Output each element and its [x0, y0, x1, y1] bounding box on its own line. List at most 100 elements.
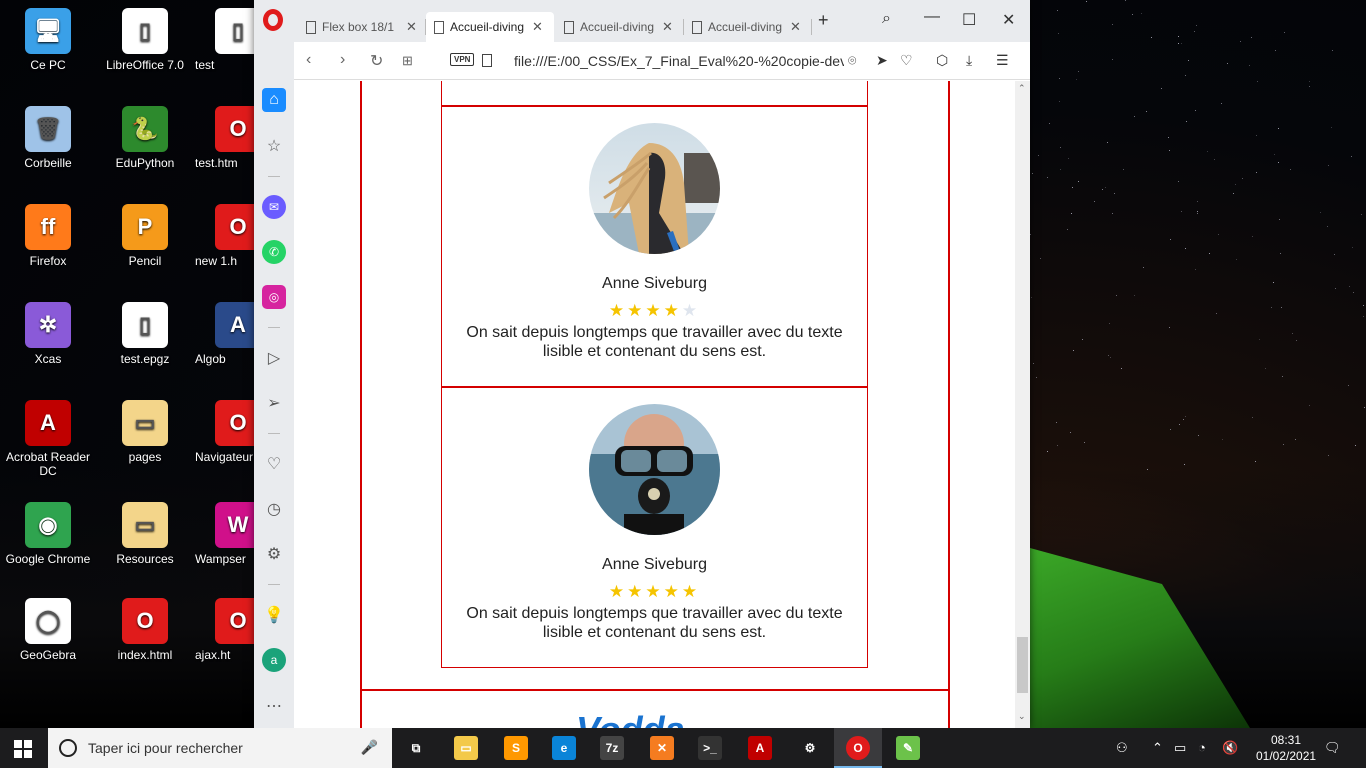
desktop-icon[interactable]: ▭ pages [100, 400, 190, 464]
people-icon[interactable]: ⚇ [1116, 740, 1128, 756]
desktop-icon[interactable]: ▯ test.epgz [100, 302, 190, 366]
tab-accueil-diving-3[interactable]: Accueil-diving ✕ [684, 12, 812, 42]
new-tab-button[interactable]: + [818, 10, 829, 31]
close-tab-icon[interactable]: ✕ [790, 19, 801, 35]
close-tab-icon[interactable]: ✕ [406, 19, 417, 35]
aria-icon[interactable]: a [262, 648, 286, 672]
desktop-icon[interactable]: P Pencil [100, 204, 190, 268]
desktop-icon[interactable]: ▭ Resources [100, 502, 190, 566]
tiles-icon[interactable]: ⊞ [402, 53, 413, 69]
file-explorer-icon[interactable]: ▭ [454, 736, 478, 760]
desktop-icon[interactable]: Onew 1.h [195, 204, 255, 268]
sublime-icon[interactable]: S [504, 736, 528, 760]
easy-setup-icon[interactable]: ☰ [996, 52, 1009, 69]
tab-accueil-diving-active[interactable]: Accueil-diving ✕ [426, 12, 554, 42]
heart-icon[interactable]: ♡ [900, 52, 913, 69]
desktop-icon[interactable]: Otest.htm [195, 106, 255, 170]
reviewer-name: Anne Siveburg [602, 556, 707, 573]
network-icon[interactable]: ◔ [1198, 740, 1206, 755]
volume-muted-icon[interactable]: 🔇 [1222, 740, 1238, 756]
battery-icon[interactable]: ▭ [1174, 740, 1186, 756]
reload-button[interactable]: ↻ [370, 51, 383, 71]
desktop-icon[interactable]: 🐍 EduPython [100, 106, 190, 170]
desktop-icon[interactable]: ✲ Xcas [3, 302, 93, 366]
back-button[interactable]: ‹ [306, 51, 311, 69]
edge-icon[interactable]: e [552, 736, 576, 760]
page-info-icon[interactable] [482, 54, 492, 67]
send-icon[interactable]: ➢ [262, 391, 286, 415]
microphone-icon[interactable]: 🎤 [361, 739, 378, 756]
star-dot [1184, 415, 1186, 417]
terminal-icon[interactable]: >_ [698, 736, 722, 760]
desktop-icon[interactable]: O Navigateur [195, 400, 255, 464]
star-dot [1111, 24, 1113, 26]
settings-icon[interactable]: ⚙ [798, 736, 822, 760]
scroll-down-icon[interactable]: ⌄ [1018, 711, 1026, 722]
desktop-icon[interactable]: W Wampser [195, 502, 255, 566]
page-scrollbar[interactable]: ⌃ ⌄ [1015, 81, 1030, 728]
windows-start-icon[interactable] [14, 740, 32, 758]
forward-button[interactable]: › [340, 51, 345, 69]
opera-icon[interactable]: O [846, 736, 870, 760]
tab-flexbox[interactable]: Flex box 18/1 ✕ [298, 12, 426, 42]
vpn-badge[interactable]: VPN [450, 53, 475, 66]
close-window-button[interactable]: ✕ [1002, 10, 1015, 30]
send-icon[interactable]: ➤ [876, 52, 888, 69]
desktop-icon[interactable]: ▯ LibreOffice 7.0 [100, 8, 190, 72]
whatsapp-icon[interactable]: ✆ [262, 240, 286, 264]
messenger-icon[interactable]: ✉ [262, 195, 286, 219]
notifications-icon[interactable]: 🗨 [1324, 740, 1341, 756]
xampp-icon[interactable]: ✕ [650, 736, 674, 760]
more-icon[interactable]: ⋯ [262, 694, 286, 718]
star-dot [1142, 267, 1144, 269]
desktop-icon[interactable]: Oindex.html [100, 598, 190, 662]
settings-icon[interactable]: ⚙ [262, 542, 286, 566]
download-icon[interactable]: ⤓ [966, 52, 972, 69]
star-dot [1093, 201, 1095, 203]
desktop-icon[interactable]: ▯ test [195, 8, 255, 72]
snapshot-icon[interactable]: ⌾ [848, 52, 856, 69]
taskbar-search[interactable]: Taper ici pour rechercher 🎤 [48, 728, 392, 768]
maximize-button[interactable]: ☐ [962, 10, 976, 30]
star-dot [1195, 24, 1197, 26]
7zip-icon[interactable]: 7z [600, 736, 624, 760]
show-hidden-icons[interactable]: ⌃ [1152, 740, 1163, 756]
star-icon[interactable]: ☆ [262, 134, 286, 158]
desktop-icon[interactable]: ◯ GeoGebra [3, 598, 93, 662]
star-dot [1221, 103, 1223, 105]
desktop-icon[interactable]: 🖥 Ce PC [3, 8, 93, 72]
tab-accueil-diving-2[interactable]: Accueil-diving ✕ [556, 12, 684, 42]
footer-logo[interactable]: Vodda [576, 709, 685, 728]
star-dot [1328, 165, 1330, 167]
home-icon[interactable]: ⌂ [262, 88, 286, 112]
desktop-icon[interactable]: 🗑 Corbeille [3, 106, 93, 170]
url-field[interactable]: file:///E:/00_CSS/Ex_7_Final_Eval%20-%20… [514, 53, 844, 69]
system-clock[interactable]: 08:31 01/02/2021 [1256, 732, 1316, 764]
scroll-thumb[interactable] [1017, 637, 1028, 693]
player-icon[interactable]: ▷ [262, 346, 286, 370]
close-tab-icon[interactable]: ✕ [662, 19, 673, 35]
search-tabs-icon[interactable]: ⌕ [882, 10, 891, 28]
star-dot [1294, 439, 1296, 441]
minimize-button[interactable]: — [924, 8, 940, 26]
desktop-icon[interactable]: A Algob [195, 302, 255, 366]
document-icon [306, 20, 316, 34]
heart-icon[interactable]: ♡ [262, 452, 286, 476]
desktop-icon[interactable]: Oajax.ht [195, 598, 255, 662]
desktop-icon[interactable]: A Acrobat Reader DC [3, 400, 93, 478]
acrobat-icon[interactable]: A [748, 736, 772, 760]
notepad-icon[interactable]: ✎ [896, 736, 920, 760]
scroll-up-icon[interactable]: ⌃ [1018, 83, 1026, 94]
history-icon[interactable]: ◷ [262, 497, 286, 521]
desktop-icon[interactable]: ◉ Google Chrome [3, 502, 93, 566]
box-icon[interactable]: ⬡ [936, 52, 948, 69]
bulb-icon[interactable]: 💡 [262, 603, 286, 627]
task-view-icon[interactable]: ⧉ [404, 736, 428, 760]
star-dot [1170, 429, 1172, 431]
star-dot [1327, 225, 1329, 227]
instagram-icon[interactable]: ◎ [262, 285, 286, 309]
close-tab-icon[interactable]: ✕ [532, 19, 543, 35]
opera-menu-icon[interactable] [263, 9, 283, 31]
desktop-icon[interactable]: ff Firefox [3, 204, 93, 268]
star-dot [1279, 218, 1281, 220]
